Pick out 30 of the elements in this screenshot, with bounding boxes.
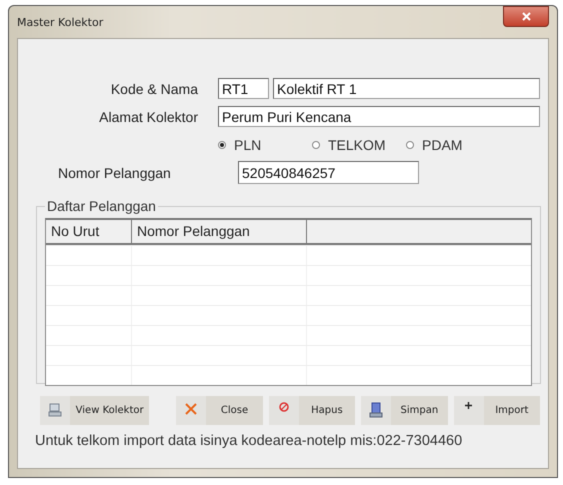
hint-text: Untuk telkom import data isinya kodearea-notelp mis:022-7304460 — [35, 433, 464, 449]
name-field[interactable]: Kolektif RT 1 — [273, 78, 540, 99]
import-button[interactable]: Import — [454, 396, 540, 425]
window-title: Master Kolektor — [17, 16, 104, 28]
close-button[interactable] — [503, 6, 549, 26]
radio-option[interactable]: TELKOM — [312, 137, 406, 153]
address-field[interactable]: Perum Puri Kencana — [218, 106, 540, 127]
database-icon — [368, 402, 384, 418]
close-button[interactable]: Close — [176, 396, 263, 425]
field-label: Alamat Kolektor — [98, 108, 199, 124]
column-header[interactable]: Nomor Pelanggan — [132, 220, 307, 243]
field-label: Nomor Pelanggan — [57, 164, 172, 180]
view-button[interactable]: View Kolektor — [40, 396, 150, 425]
group-title: Daftar Pelanggan — [46, 198, 157, 214]
plus-icon — [465, 402, 472, 409]
code-field[interactable]: RT1 — [218, 78, 269, 99]
column-header[interactable]: No Urut — [46, 220, 132, 243]
close-icon — [184, 402, 198, 416]
radio-button[interactable] — [406, 141, 414, 149]
field-label: Kode & Nama — [110, 80, 199, 96]
save-button[interactable]: Simpan — [361, 396, 448, 425]
customer-number-field[interactable]: 520540846257 — [238, 161, 419, 184]
delete-button[interactable]: Hapus — [268, 396, 356, 425]
no-entry-icon — [278, 402, 289, 412]
close-icon — [522, 12, 530, 20]
radio-button[interactable] — [218, 141, 226, 149]
computer-icon — [47, 402, 63, 418]
radio-option[interactable]: PDAM — [406, 137, 500, 153]
radio-option[interactable]: PLN — [218, 137, 312, 153]
radio-button[interactable] — [312, 141, 320, 149]
